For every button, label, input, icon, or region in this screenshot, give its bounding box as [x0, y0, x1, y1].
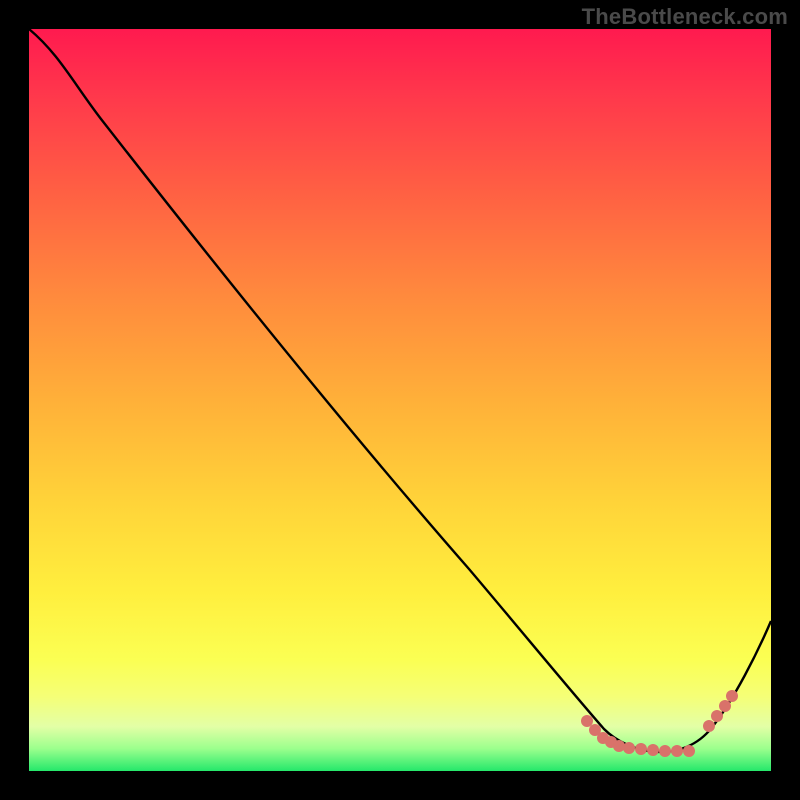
bottleneck-curve-svg [29, 29, 771, 771]
plot-area [29, 29, 771, 771]
attribution-text: TheBottleneck.com [582, 4, 788, 30]
chart-frame: TheBottleneck.com [0, 0, 800, 800]
marker-band [581, 690, 738, 757]
bottleneck-curve-path [29, 29, 771, 752]
